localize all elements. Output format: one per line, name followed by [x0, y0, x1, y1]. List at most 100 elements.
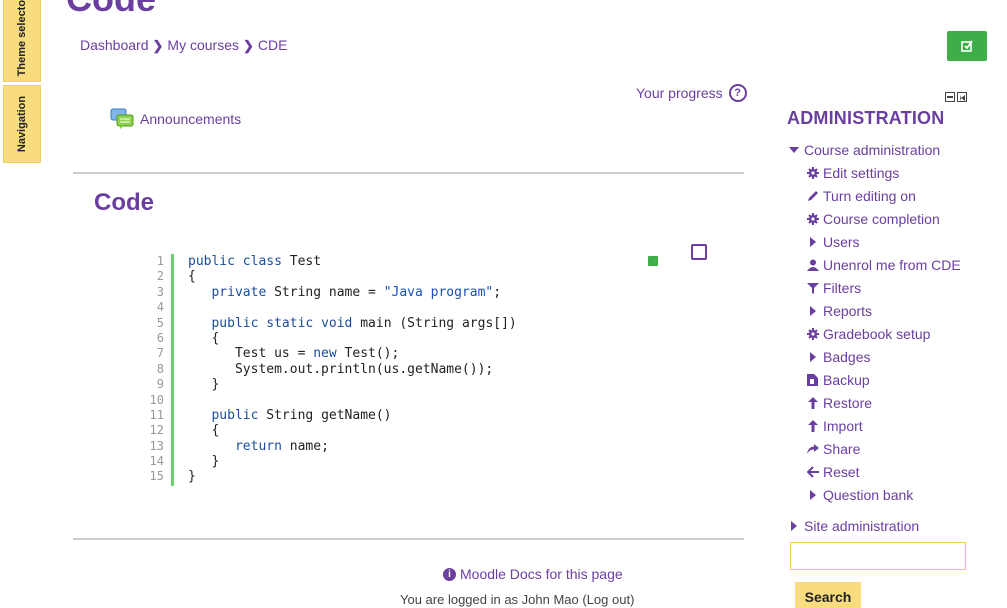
code-text: private String name = "Java program"; — [211, 284, 502, 300]
announcements-link[interactable]: Announcements — [110, 108, 241, 130]
code-line: 8 System.out.println(us.getName()); — [140, 362, 517, 377]
code-text: public class Test — [188, 254, 322, 269]
admin-item-label: Reset — [823, 464, 860, 480]
chevron-right-icon — [806, 352, 819, 362]
breadcrumb-dashboard[interactable]: Dashboard — [80, 37, 149, 53]
line-number: 4 — [156, 300, 164, 315]
admin-item-question-bank[interactable]: Question bank — [806, 485, 913, 505]
code-line: 5 public static void main (String args[]… — [140, 316, 517, 331]
admin-item-label: Restore — [823, 395, 873, 411]
divider — [73, 538, 744, 540]
admin-item-filters[interactable]: Filters — [806, 278, 861, 298]
line-number: 8 — [156, 361, 164, 376]
admin-item-reset[interactable]: Reset — [806, 462, 860, 482]
chevron-right-icon: ❯ — [152, 38, 164, 53]
code-text: return name; — [234, 438, 329, 454]
divider — [73, 172, 744, 174]
code-line: 13 return name; — [140, 439, 517, 454]
help-badge-icon[interactable] — [648, 256, 658, 266]
code-line: 10 — [140, 393, 517, 408]
admin-item-label: Unenrol me from CDE — [823, 257, 961, 273]
line-number: 14 — [149, 454, 164, 469]
admin-item-import[interactable]: Import — [806, 416, 863, 436]
administration-title: ADMINISTRATION — [787, 108, 945, 128]
theme-selector-tab[interactable]: Theme selector — [3, 0, 41, 82]
code-line: 7 Test us = new Test(); — [140, 346, 517, 361]
breadcrumb-my-courses[interactable]: My courses — [167, 37, 239, 53]
admin-item-label: Question bank — [823, 487, 914, 503]
code-text: System.out.println(us.getName()); — [188, 361, 494, 377]
code-text: } — [188, 469, 196, 485]
dock-block-icon[interactable] — [957, 92, 967, 102]
filter-icon — [806, 282, 819, 294]
admin-item-label: Gradebook setup — [823, 326, 931, 342]
admin-item-users[interactable]: Users — [806, 232, 860, 252]
code-line: 14 } — [140, 454, 517, 469]
page-title: Code — [66, 0, 156, 20]
admin-item-gradebook-setup[interactable]: Gradebook setup — [806, 324, 930, 344]
code-text: } — [188, 377, 220, 393]
course-administration-label: Course administration — [804, 142, 941, 158]
search-input[interactable] — [790, 542, 966, 570]
admin-item-backup[interactable]: Backup — [806, 370, 870, 390]
edit-mode-button[interactable] — [947, 31, 987, 61]
line-number: 13 — [149, 438, 164, 453]
admin-item-label: Edit settings — [823, 165, 900, 181]
chevron-right-icon — [806, 237, 819, 247]
chevron-down-icon — [787, 147, 800, 153]
admin-item-edit-settings[interactable]: Edit settings — [806, 163, 899, 183]
line-number: 10 — [149, 392, 164, 407]
moodle-docs-link[interactable]: i Moodle Docs for this page — [443, 566, 623, 582]
admin-item-label: Backup — [823, 372, 870, 388]
line-number: 2 — [156, 269, 164, 284]
code-line: 9 } — [140, 377, 517, 392]
site-administration-node[interactable]: Site administration — [787, 516, 919, 536]
info-icon: i — [443, 567, 456, 581]
admin-item-badges[interactable]: Badges — [806, 347, 870, 367]
your-progress: Your progress ? — [636, 84, 747, 102]
admin-item-unenrol-me-from-cde[interactable]: Unenrol me from CDE — [806, 255, 961, 275]
code-line: 15} — [140, 469, 517, 484]
breadcrumb-course[interactable]: CDE — [258, 37, 288, 53]
admin-item-label: Turn editing on — [823, 188, 916, 204]
file-icon — [806, 374, 819, 386]
line-number: 11 — [149, 407, 164, 422]
line-number: 5 — [156, 315, 164, 330]
admin-item-reports[interactable]: Reports — [806, 301, 872, 321]
completion-checkbox[interactable] — [691, 244, 707, 260]
collapse-block-icon[interactable] — [945, 92, 955, 102]
upload-icon — [806, 397, 819, 409]
admin-item-course-completion[interactable]: Course completion — [806, 209, 940, 229]
search-button[interactable]: Search — [795, 582, 861, 608]
share-icon — [806, 443, 819, 455]
code-line: 1 public class Test — [140, 254, 517, 269]
navigation-label: Navigation — [16, 95, 28, 153]
code-text: Test us = new Test(); — [188, 346, 400, 362]
pencil-icon — [806, 190, 819, 202]
admin-item-share[interactable]: Share — [806, 439, 860, 459]
help-icon[interactable]: ? — [728, 84, 747, 102]
announcements-label: Announcements — [140, 111, 242, 127]
line-number: 1 — [156, 254, 164, 268]
course-administration-node[interactable]: Course administration — [787, 140, 940, 160]
code-text: } — [188, 454, 220, 470]
code-line: 11 public String getName() — [140, 408, 517, 423]
code-line: 4 — [140, 300, 517, 315]
gear-icon — [806, 213, 819, 225]
admin-item-label: Course completion — [823, 211, 940, 227]
code-text: { — [188, 423, 220, 439]
admin-item-label: Filters — [823, 280, 862, 296]
admin-item-label: Users — [823, 234, 860, 250]
line-number: 6 — [156, 330, 164, 345]
site-administration-label: Site administration — [804, 518, 920, 534]
admin-item-restore[interactable]: Restore — [806, 393, 872, 413]
arrow-left-icon — [806, 466, 819, 478]
moodle-docs-label: Moodle Docs for this page — [460, 566, 623, 582]
admin-item-turn-editing-on[interactable]: Turn editing on — [806, 186, 916, 206]
user-icon — [806, 259, 819, 271]
navigation-tab[interactable]: Navigation — [3, 85, 41, 163]
line-number: 15 — [149, 469, 164, 484]
gear-icon — [806, 328, 819, 340]
